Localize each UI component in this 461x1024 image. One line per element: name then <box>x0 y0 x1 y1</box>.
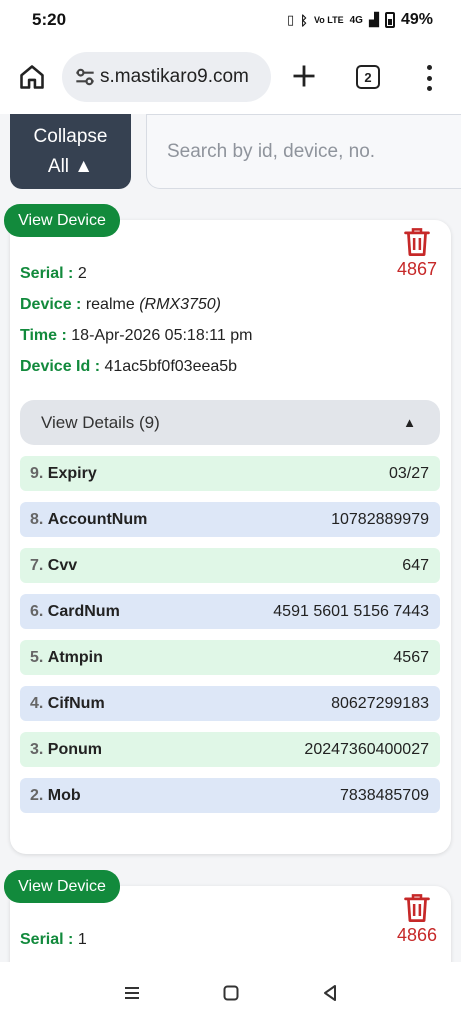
serial-line: Serial : 2 <box>20 265 87 283</box>
device-id-value: 41ac5bf0f03eea5b <box>104 358 238 375</box>
status-bar: 5:20 ▯ ᛒ Vo LTE 4G ▟ 49% <box>0 0 461 40</box>
row-value: 20247360400027 <box>304 740 429 758</box>
row-number: 4. <box>30 694 44 712</box>
row-value: 10782889979 <box>331 510 429 528</box>
page-content: Collapse All ▲ View Device 4867 Serial :… <box>0 114 461 962</box>
more-menu-icon[interactable] <box>424 65 434 91</box>
row-number: 6. <box>30 602 44 620</box>
row-value: 647 <box>402 556 429 574</box>
view-device-button[interactable]: View Device <box>4 204 120 237</box>
serial-line: Serial : 1 <box>20 931 87 949</box>
detail-row: 5. Atmpin 4567 <box>20 640 440 675</box>
search-input[interactable] <box>167 140 461 163</box>
vibrate-icon: ▯ <box>286 12 295 27</box>
serial-value: 2 <box>77 265 87 282</box>
back-icon[interactable] <box>320 983 340 1003</box>
delete-count: 4866 <box>396 925 438 945</box>
view-device-button[interactable]: View Device <box>4 870 120 903</box>
row-key: Expiry <box>47 464 97 482</box>
tab-switcher-button[interactable]: 2 <box>356 65 380 89</box>
detail-row: 9. Expiry 03/27 <box>20 456 440 491</box>
row-number: 5. <box>30 648 44 666</box>
row-key: CifNum <box>47 694 105 712</box>
row-key: Cvv <box>47 556 78 574</box>
home-nav-icon[interactable] <box>221 983 241 1003</box>
detail-row: 8. AccountNum 10782889979 <box>20 502 440 537</box>
row-number: 3. <box>30 740 44 758</box>
search-box <box>146 114 461 189</box>
detail-row: 7. Cvv 647 <box>20 548 440 583</box>
battery-percent: 49% <box>400 11 433 28</box>
row-value: 4567 <box>393 648 429 666</box>
delete-button[interactable]: 4867 <box>393 226 441 280</box>
row-value: 80627299183 <box>331 694 429 712</box>
network-type: 4G <box>349 14 363 26</box>
trash-icon[interactable] <box>403 226 431 258</box>
volte-icon: Vo LTE <box>313 14 344 25</box>
signal-icon: ▟ <box>368 12 379 27</box>
view-details-toggle[interactable]: View Details (9) ▲ <box>20 400 440 445</box>
row-number: 2. <box>30 786 44 804</box>
row-value: 03/27 <box>388 464 429 482</box>
recent-apps-icon[interactable] <box>122 983 142 1003</box>
serial-label: Serial : <box>20 931 74 948</box>
delete-count: 4867 <box>396 259 438 279</box>
device-model: (RMX3750) <box>139 296 221 313</box>
row-value: 7838485709 <box>340 786 429 804</box>
row-key: AccountNum <box>47 510 148 528</box>
trash-icon[interactable] <box>403 892 431 924</box>
status-time: 5:20 <box>32 10 67 29</box>
detail-row: 3. Ponum 20247360400027 <box>20 732 440 767</box>
caret-up-icon: ▲ <box>403 415 416 430</box>
device-label: Device : <box>20 296 82 313</box>
delete-button[interactable]: 4866 <box>393 892 441 946</box>
row-value: 4591 5601 5156 7443 <box>273 602 429 620</box>
row-number: 9. <box>30 464 44 482</box>
new-tab-icon[interactable] <box>290 62 318 90</box>
system-nav-bar <box>0 962 461 1024</box>
address-bar[interactable]: s.mastikaro9.com <box>62 52 271 102</box>
row-number: 8. <box>30 510 44 528</box>
collapse-all-button[interactable]: Collapse All ▲ <box>10 114 131 189</box>
row-key: Ponum <box>47 740 103 758</box>
collapse-label-line1: Collapse <box>33 125 108 147</box>
time-value: 18-Apr-2026 05:18:11 pm <box>71 327 253 344</box>
detail-row: 4. CifNum 80627299183 <box>20 686 440 721</box>
device-card: 4867 Serial : 2 Device : realme (RMX3750… <box>10 220 451 854</box>
row-key: CardNum <box>47 602 120 620</box>
serial-value: 1 <box>77 931 87 948</box>
detail-row: 2. Mob 7838485709 <box>20 778 440 813</box>
time-label: Time : <box>20 327 67 344</box>
battery-icon <box>384 12 395 28</box>
row-key: Atmpin <box>47 648 103 666</box>
device-line: Device : realme (RMX3750) <box>20 296 221 314</box>
collapse-label-line2: All ▲ <box>47 155 94 177</box>
view-details-label: View Details (9) <box>41 412 160 432</box>
device-id-line: Device Id : 41ac5bf0f03eea5b <box>20 358 237 376</box>
status-icons: ▯ ᛒ Vo LTE 4G ▟ 49% <box>287 11 433 29</box>
row-key: Mob <box>47 786 81 804</box>
device-value: realme <box>85 296 135 313</box>
time-line: Time : 18-Apr-2026 05:18:11 pm <box>20 327 252 345</box>
serial-label: Serial : <box>20 265 74 282</box>
bluetooth-icon: ᛒ <box>300 12 308 28</box>
device-id-label: Device Id : <box>20 358 101 375</box>
row-number: 7. <box>30 556 44 574</box>
detail-row: 6. CardNum 4591 5601 5156 7443 <box>20 594 440 629</box>
site-settings-icon[interactable] <box>72 64 98 90</box>
browser-toolbar: s.mastikaro9.com 2 <box>0 40 461 114</box>
home-icon[interactable] <box>18 63 46 91</box>
url-text: s.mastikaro9.com <box>100 66 249 87</box>
